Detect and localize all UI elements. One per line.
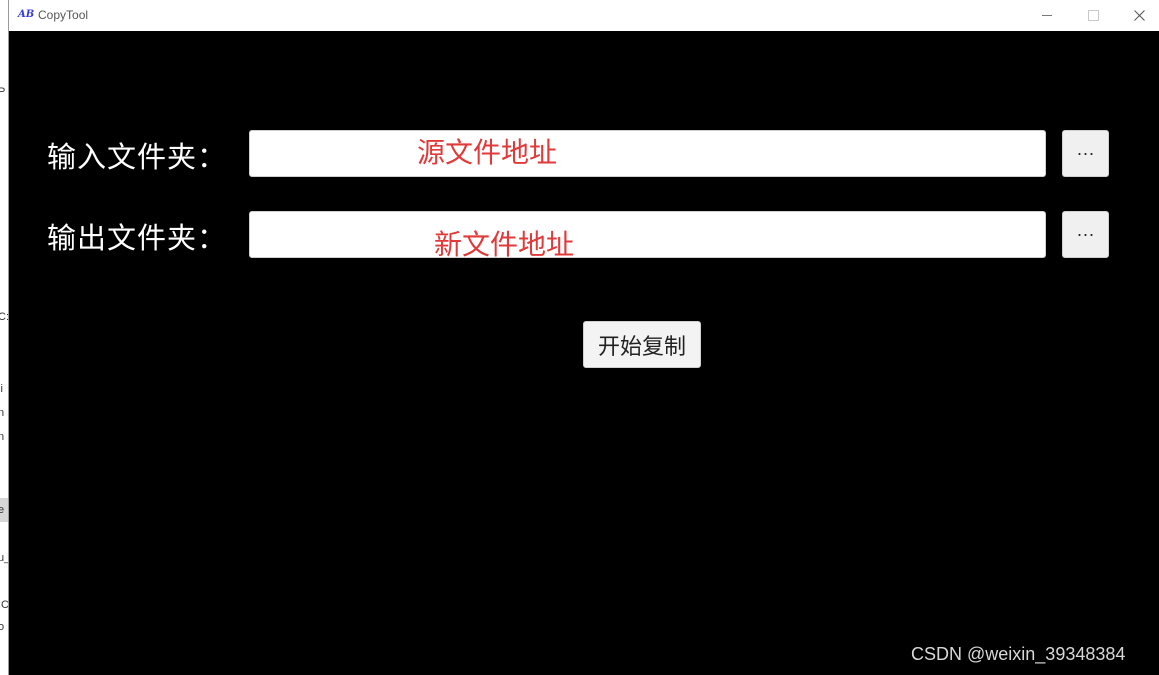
output-browse-button[interactable]: ··· — [1062, 211, 1109, 258]
background-text-fragment: :C — [0, 599, 8, 611]
minimize-button[interactable] — [1024, 0, 1070, 31]
app-logo-icon: AB — [18, 9, 35, 20]
start-copy-button[interactable]: 开始复制 — [583, 321, 701, 368]
background-text-fragment: n — [0, 431, 5, 443]
window-title: CopyTool — [38, 8, 89, 22]
title-bar[interactable]: AB CopyTool — [9, 0, 1159, 31]
background-text-fragment: u_ — [0, 552, 8, 564]
maximize-button[interactable] — [1070, 0, 1116, 31]
background-text-fragment: P — [0, 86, 6, 98]
maximize-icon — [1087, 10, 1099, 21]
background-window-strip: P C: li n n e u_ :C o l — [0, 0, 8, 675]
output-folder-field[interactable] — [249, 211, 1046, 258]
input-folder-label: 输入文件夹： — [47, 140, 228, 174]
background-text-fragment: n — [0, 407, 5, 419]
background-text-fragment: o — [0, 621, 5, 633]
source-address-annotation: 源文件地址 — [417, 136, 558, 169]
new-address-annotation: 新文件地址 — [434, 228, 575, 261]
output-folder-label: 输出文件夹： — [47, 221, 228, 255]
csdn-watermark: CSDN @weixin_39348384 — [911, 644, 1126, 664]
minimize-icon — [1042, 15, 1052, 16]
close-button[interactable] — [1116, 0, 1159, 31]
background-text-fragment: e — [0, 504, 5, 516]
input-browse-button[interactable]: ··· — [1062, 130, 1109, 177]
copytool-window: AB CopyTool 输入文件夹： 源文件地址 ··· 输出文件夹： 新文件地… — [8, 0, 1159, 675]
background-text-fragment: li — [0, 383, 3, 395]
close-icon — [1133, 10, 1145, 21]
input-folder-field[interactable] — [249, 130, 1046, 177]
background-text-fragment: C: — [0, 311, 8, 323]
